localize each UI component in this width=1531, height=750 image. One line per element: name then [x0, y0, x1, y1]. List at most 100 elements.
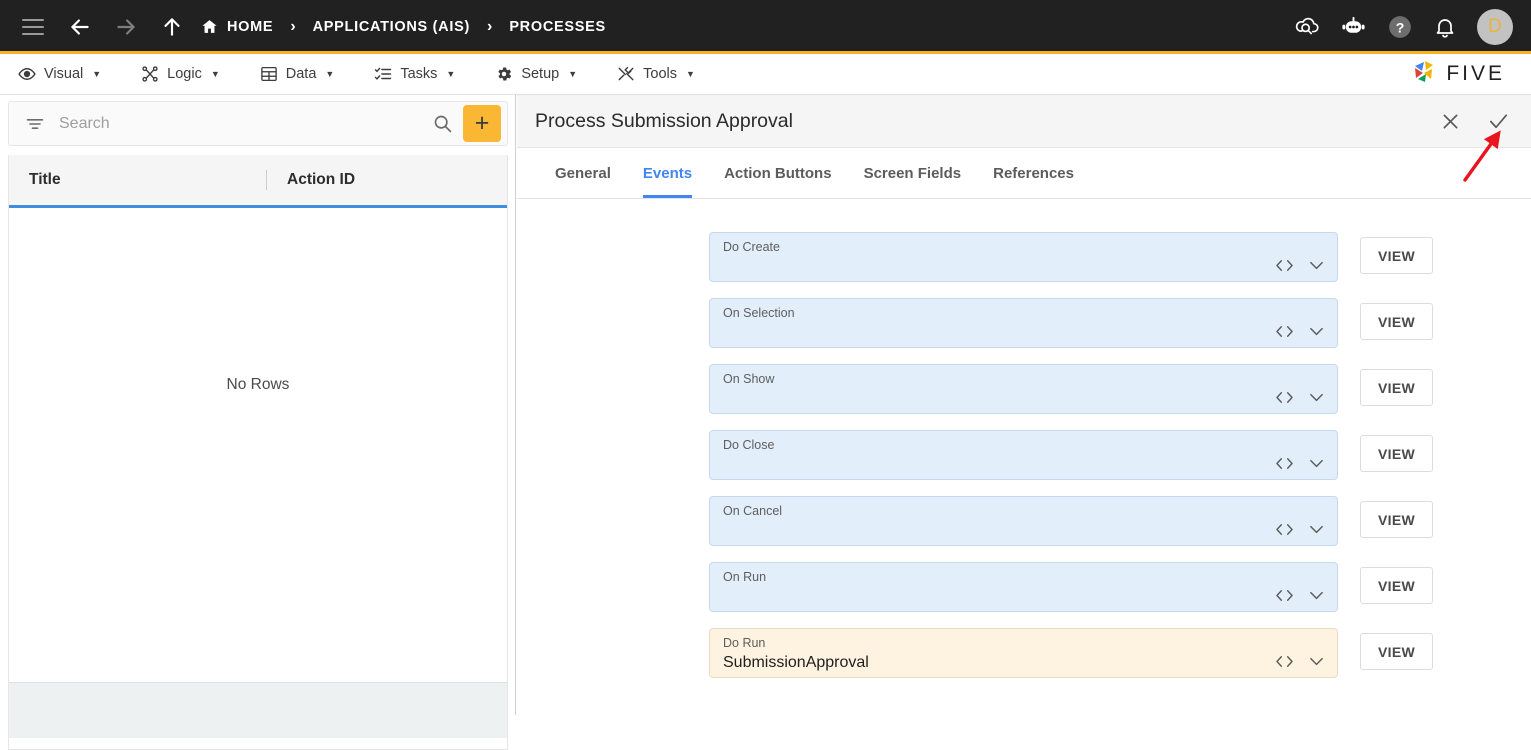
grid-footer — [9, 682, 507, 738]
event-field-do-create[interactable]: Do Create — [709, 232, 1338, 282]
column-divider — [266, 170, 267, 190]
search-input[interactable] — [59, 115, 427, 133]
event-field-label: Do Close — [723, 438, 1337, 453]
grid-body: No Rows — [9, 208, 507, 682]
event-field-label: On Show — [723, 372, 1337, 387]
confirm-checkmark-icon[interactable] — [1485, 108, 1511, 134]
tab-action-buttons[interactable]: Action Buttons — [708, 148, 847, 198]
event-field-on-selection[interactable]: On Selection — [709, 298, 1338, 348]
view-button[interactable]: VIEW — [1360, 633, 1433, 670]
chevron-down-icon[interactable] — [1308, 325, 1325, 338]
menu-item-tools[interactable]: Tools ▼ — [617, 65, 695, 83]
menu-item-tasks[interactable]: Tasks ▼ — [374, 65, 455, 83]
hamburger-menu-icon[interactable] — [22, 19, 44, 35]
code-brackets-icon[interactable] — [1275, 588, 1294, 603]
code-brackets-icon[interactable] — [1275, 390, 1294, 405]
chevron-down-icon[interactable] — [1308, 523, 1325, 536]
event-row: Do Close VIEW — [709, 430, 1433, 480]
menu-label-tasks: Tasks — [400, 66, 437, 82]
five-logo-mark — [1413, 60, 1439, 89]
detail-panel-header: Process Submission Approval — [517, 95, 1531, 148]
view-button[interactable]: VIEW — [1360, 369, 1433, 406]
view-button[interactable]: VIEW — [1360, 303, 1433, 340]
help-icon[interactable]: ? — [1387, 14, 1413, 40]
records-grid: Title Action ID No Rows — [8, 155, 508, 750]
five-logo[interactable]: FIVE — [1413, 60, 1505, 89]
event-field-icons — [1275, 522, 1325, 537]
chevron-down-icon[interactable] — [1308, 259, 1325, 272]
chevron-down-icon[interactable] — [1308, 655, 1325, 668]
chatbot-icon[interactable] — [1340, 15, 1367, 39]
event-field-do-close[interactable]: Do Close — [709, 430, 1338, 480]
event-row: On Show VIEW — [709, 364, 1433, 414]
breadcrumb-item-home[interactable]: HOME — [201, 18, 273, 35]
search-bar: + — [8, 101, 508, 146]
breadcrumb: HOME › APPLICATIONS (AIS) › PROCESSES — [201, 18, 606, 35]
grid-column-title[interactable]: Title — [29, 171, 266, 189]
chevron-down-icon: ▼ — [446, 69, 455, 79]
event-field-do-run[interactable]: Do Run SubmissionApproval — [709, 628, 1338, 678]
back-arrow-icon[interactable] — [67, 14, 93, 40]
event-row: Do Run SubmissionApproval VIEW — [709, 628, 1433, 678]
event-field-icons — [1275, 324, 1325, 339]
event-field-icons — [1275, 588, 1325, 603]
event-field-label: On Run — [723, 570, 1337, 585]
code-brackets-icon[interactable] — [1275, 324, 1294, 339]
tab-general[interactable]: General — [539, 148, 627, 198]
code-brackets-icon[interactable] — [1275, 522, 1294, 537]
application-menu-bar: Visual ▼ Logic ▼ Data ▼ — [0, 54, 1531, 95]
event-field-icons — [1275, 390, 1325, 405]
menu-item-data[interactable]: Data ▼ — [260, 65, 335, 83]
menu-label-setup: Setup — [521, 66, 559, 82]
menu-label-logic: Logic — [167, 66, 202, 82]
cloud-search-icon[interactable] — [1293, 13, 1320, 40]
add-record-button[interactable]: + — [463, 105, 501, 142]
plus-icon: + — [475, 111, 490, 136]
breadcrumb-separator: › — [487, 19, 492, 35]
event-row: On Cancel VIEW — [709, 496, 1433, 546]
tab-references[interactable]: References — [977, 148, 1090, 198]
filter-icon[interactable] — [25, 114, 45, 134]
tab-events[interactable]: Events — [627, 148, 708, 198]
topbar-right-group: ? D — [1293, 9, 1513, 45]
breadcrumb-item-applications[interactable]: APPLICATIONS (AIS) — [313, 19, 470, 35]
event-field-on-cancel[interactable]: On Cancel — [709, 496, 1338, 546]
view-button[interactable]: VIEW — [1360, 567, 1433, 604]
events-list: Do Create VIEW — [517, 199, 1531, 716]
breadcrumb-separator: › — [290, 19, 295, 35]
event-field-on-run[interactable]: On Run — [709, 562, 1338, 612]
view-button[interactable]: VIEW — [1360, 435, 1433, 472]
event-field-on-show[interactable]: On Show — [709, 364, 1338, 414]
code-brackets-icon[interactable] — [1275, 654, 1294, 669]
forward-arrow-icon[interactable] — [113, 14, 139, 40]
chevron-down-icon: ▼ — [686, 69, 695, 79]
menu-item-setup[interactable]: Setup ▼ — [495, 65, 577, 83]
chevron-down-icon[interactable] — [1308, 391, 1325, 404]
notifications-bell-icon[interactable] — [1433, 15, 1457, 39]
event-row: Do Create VIEW — [709, 232, 1433, 282]
search-icon[interactable] — [427, 109, 457, 139]
logic-nodes-icon — [141, 65, 159, 83]
event-row: On Selection VIEW — [709, 298, 1433, 348]
topbar-left-group: HOME › APPLICATIONS (AIS) › PROCESSES — [22, 14, 606, 40]
code-brackets-icon[interactable] — [1275, 258, 1294, 273]
chevron-down-icon[interactable] — [1308, 457, 1325, 470]
view-button[interactable]: VIEW — [1360, 501, 1433, 538]
view-button[interactable]: VIEW — [1360, 237, 1433, 274]
chevron-down-icon: ▼ — [211, 69, 220, 79]
event-field-value: SubmissionApproval — [723, 652, 1337, 674]
tab-screen-fields[interactable]: Screen Fields — [848, 148, 978, 198]
left-list-panel: + Title Action ID No Rows — [0, 95, 516, 715]
home-icon — [201, 18, 218, 35]
menu-item-logic[interactable]: Logic ▼ — [141, 65, 220, 83]
close-icon[interactable] — [1437, 108, 1463, 134]
event-field-icons — [1275, 456, 1325, 471]
menu-item-visual[interactable]: Visual ▼ — [18, 65, 101, 83]
grid-column-action-id[interactable]: Action ID — [287, 171, 355, 189]
user-avatar[interactable]: D — [1477, 9, 1513, 45]
chevron-down-icon: ▼ — [568, 69, 577, 79]
breadcrumb-item-processes[interactable]: PROCESSES — [509, 19, 606, 35]
chevron-down-icon[interactable] — [1308, 589, 1325, 602]
up-arrow-icon[interactable] — [159, 14, 185, 40]
code-brackets-icon[interactable] — [1275, 456, 1294, 471]
